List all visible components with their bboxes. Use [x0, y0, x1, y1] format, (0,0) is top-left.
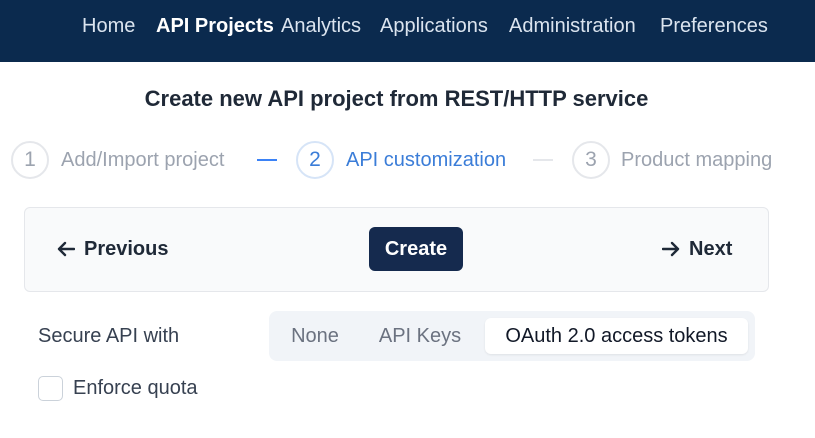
- step-3-number: 3: [572, 141, 610, 179]
- previous-button[interactable]: Previous: [57, 236, 168, 262]
- step-2-number: 2: [296, 141, 334, 179]
- create-button[interactable]: Create: [369, 227, 463, 271]
- step-2-label[interactable]: API customization: [346, 148, 506, 172]
- next-button-label: Next: [689, 238, 733, 260]
- nav-item-home[interactable]: Home: [82, 14, 135, 38]
- nav-item-administration[interactable]: Administration: [509, 14, 636, 38]
- security-option-none[interactable]: None: [277, 318, 353, 354]
- security-segmented-control: None API Keys OAuth 2.0 access tokens: [269, 311, 755, 361]
- arrow-right-icon: [662, 241, 680, 257]
- step-connector-2: [533, 159, 553, 161]
- enforce-quota-checkbox[interactable]: [38, 376, 63, 401]
- security-option-oauth[interactable]: OAuth 2.0 access tokens: [485, 318, 748, 354]
- previous-button-label: Previous: [84, 238, 169, 260]
- step-1-number: 1: [11, 141, 49, 179]
- enforce-quota-label[interactable]: Enforce quota: [73, 376, 198, 400]
- nav-item-api-projects[interactable]: API Projects: [156, 14, 274, 38]
- secure-api-label: Secure API with: [38, 325, 180, 347]
- page-title: Create new API project from REST/HTTP se…: [144, 86, 649, 111]
- nav-item-analytics[interactable]: Analytics: [281, 14, 361, 38]
- next-button[interactable]: Next: [662, 236, 732, 262]
- step-connector-1: [257, 159, 277, 161]
- security-option-api-keys[interactable]: API Keys: [365, 318, 475, 354]
- action-card: Previous Create Next: [24, 207, 769, 292]
- nav-item-preferences[interactable]: Preferences: [660, 14, 768, 38]
- step-1-label[interactable]: Add/Import project: [61, 148, 224, 172]
- nav-item-applications[interactable]: Applications: [380, 14, 488, 38]
- step-3-label[interactable]: Product mapping: [621, 148, 772, 172]
- arrow-left-icon: [57, 241, 75, 257]
- top-navigation: Home API Projects Analytics Applications…: [0, 0, 815, 62]
